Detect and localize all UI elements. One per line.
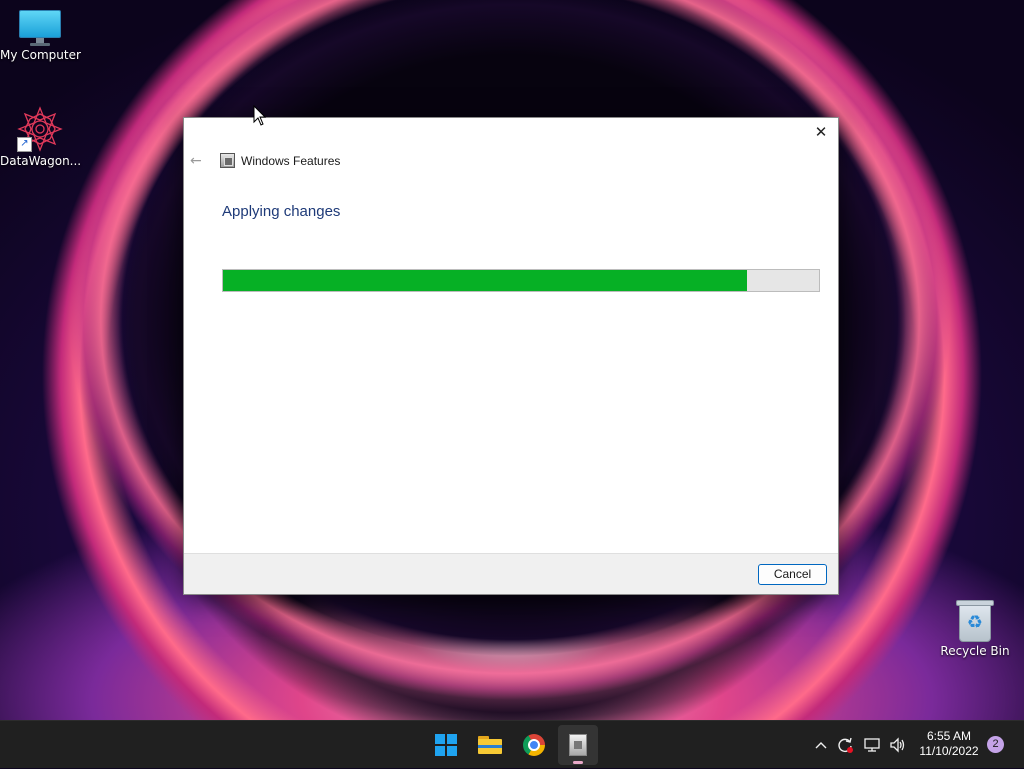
desktop-icon-label: DataWagon... — [0, 154, 82, 168]
cancel-button[interactable]: Cancel — [758, 564, 827, 585]
tray-overflow-chevron-icon[interactable] — [810, 721, 832, 769]
windows-features-icon — [220, 153, 235, 168]
taskbar-windows-features[interactable] — [558, 725, 598, 765]
sync-update-icon[interactable] — [834, 721, 856, 769]
recycle-bin-icon: ♻ — [955, 598, 995, 642]
taskbar-chrome[interactable] — [514, 725, 554, 765]
progress-bar-fill — [223, 270, 748, 291]
volume-icon[interactable] — [886, 721, 910, 769]
desktop-icon-label: My Computer — [0, 48, 81, 62]
desktop-icon-label: Recycle Bin — [940, 644, 1010, 658]
back-arrow-icon[interactable]: ← — [190, 152, 208, 170]
windows-features-dialog: ✕ ← Windows Features Applying changes Ca… — [183, 117, 839, 595]
active-indicator — [573, 761, 583, 764]
chrome-icon — [523, 734, 545, 756]
desktop-icon-my-computer[interactable]: My Computer — [0, 10, 81, 62]
start-button[interactable] — [426, 725, 466, 765]
desktop-icon-recycle-bin[interactable]: ♻ Recycle Bin — [935, 598, 1015, 658]
monitor-icon — [19, 10, 61, 46]
folder-icon — [478, 736, 502, 754]
taskbar: 6:55 AM 11/10/2022 2 — [0, 720, 1024, 768]
windows-logo-icon — [435, 734, 457, 756]
taskbar-file-explorer[interactable] — [470, 725, 510, 765]
dialog-title: Windows Features — [241, 154, 341, 168]
windows-features-icon — [569, 734, 587, 756]
close-icon[interactable]: ✕ — [810, 122, 832, 142]
clock-time: 6:55 AM — [926, 729, 972, 743]
clock-date: 11/10/2022 — [919, 744, 979, 758]
status-heading: Applying changes — [222, 203, 341, 220]
datawagon-icon: ↗ — [17, 106, 63, 152]
notification-badge[interactable]: 2 — [987, 736, 1004, 753]
taskbar-clock[interactable]: 6:55 AM 11/10/2022 — [912, 729, 986, 759]
dialog-footer: Cancel — [184, 553, 838, 594]
shortcut-arrow-icon: ↗ — [17, 137, 32, 152]
progress-bar — [222, 269, 820, 292]
network-icon[interactable] — [860, 721, 884, 769]
desktop-icon-datawagon[interactable]: ↗ DataWagon... — [0, 106, 82, 168]
